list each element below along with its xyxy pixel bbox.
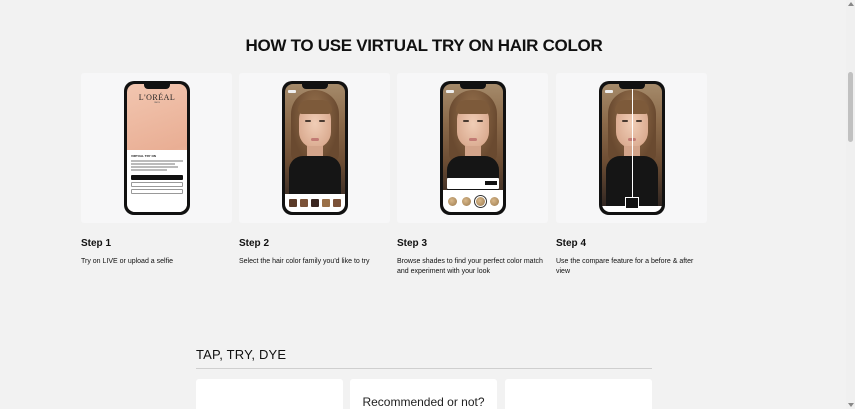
- add-to-bag-button: [485, 181, 497, 185]
- color-family-bar: [285, 194, 345, 212]
- shade-info-card: [447, 178, 499, 189]
- section-divider: [196, 368, 652, 369]
- section-title: TAP, TRY, DYE: [196, 347, 287, 362]
- shade-swatch: [489, 196, 499, 206]
- step-2-image-card: [239, 73, 390, 223]
- phone-screen-families: [285, 84, 345, 212]
- upload-photo-button: [131, 181, 183, 187]
- phone-notch: [619, 84, 645, 89]
- phone-notch: [144, 84, 170, 89]
- model-bangs: [456, 100, 490, 114]
- color-family-swatch: [288, 199, 297, 207]
- model-lips: [311, 138, 319, 141]
- color-family-swatch: [333, 199, 342, 207]
- shade-carousel: [443, 190, 503, 212]
- phone-notch: [460, 84, 486, 89]
- phone-screen-compare: [602, 84, 662, 212]
- close-tag-icon: [288, 90, 296, 93]
- scrollbar-thumb[interactable]: [848, 72, 853, 142]
- step-2-description: Select the hair color family you'd like …: [239, 258, 370, 265]
- panel-text-line: [131, 169, 168, 171]
- phone-screen-shades: [443, 84, 503, 212]
- panel-heading: VIRTUAL TRY ON: [131, 154, 156, 158]
- phone-mockup: [282, 81, 348, 215]
- live-try-on-button: [131, 174, 183, 180]
- brand-logo: L'ORÉAL: [138, 93, 176, 102]
- compare-icon: [625, 197, 639, 209]
- panel-text-line: [131, 163, 176, 165]
- close-tag-icon: [446, 90, 454, 93]
- compare-divider: [632, 84, 633, 212]
- model-lips: [469, 138, 477, 141]
- step-4-image-card: [556, 73, 707, 223]
- brand-logo-sub: PARIS: [154, 102, 160, 104]
- shade-swatch: [447, 196, 457, 206]
- model-eye: [477, 120, 483, 122]
- step-4-description: Use the compare feature for a before & a…: [556, 258, 694, 275]
- shade-swatch: [461, 196, 471, 206]
- feature-card-left[interactable]: [196, 379, 343, 409]
- phone-mockup: L'ORÉAL PARIS VIRTUAL TRY ON: [124, 81, 190, 215]
- step-1-image-card: L'ORÉAL PARIS VIRTUAL TRY ON: [81, 73, 232, 223]
- start-panel: VIRTUAL TRY ON: [127, 150, 187, 212]
- panel-text-line: [131, 166, 178, 168]
- step-4-title: Step 4: [556, 238, 587, 249]
- scroll-up-icon[interactable]: [848, 2, 854, 6]
- color-family-swatch: [322, 199, 331, 207]
- phone-mockup: [440, 81, 506, 215]
- model-eye: [319, 120, 325, 122]
- phone-notch: [302, 84, 328, 89]
- color-family-swatch: [299, 199, 308, 207]
- close-tag-icon: [605, 90, 613, 93]
- feature-card-recommended[interactable]: Recommended or not?: [350, 379, 497, 409]
- step-3-title: Step 3: [397, 238, 428, 249]
- model-eye: [305, 120, 311, 122]
- model-eye: [463, 120, 469, 122]
- page-scrollbar[interactable]: [846, 0, 855, 409]
- model-bangs: [298, 100, 332, 114]
- step-2-title: Step 2: [239, 238, 270, 249]
- shade-swatch-selected: [473, 194, 487, 208]
- feature-card-label: Recommended or not?: [362, 395, 485, 409]
- scroll-down-icon[interactable]: [848, 403, 854, 407]
- step-1-description: Try on LIVE or upload a selfie: [81, 258, 173, 265]
- use-model-button: [131, 188, 183, 194]
- color-family-swatch: [310, 199, 319, 207]
- feature-card-right[interactable]: [505, 379, 652, 409]
- step-3-image-card: [397, 73, 548, 223]
- panel-text-line: [131, 160, 183, 162]
- phone-mockup: [599, 81, 665, 215]
- step-3-description: Browse shades to find your perfect color…: [397, 258, 543, 275]
- step-1-title: Step 1: [81, 238, 112, 249]
- model-eye: [622, 120, 628, 122]
- page-title: HOW TO USE VIRTUAL TRY ON HAIR COLOR: [245, 36, 603, 55]
- model-eye: [636, 120, 642, 122]
- phone-screen-start: L'ORÉAL PARIS VIRTUAL TRY ON: [127, 84, 187, 212]
